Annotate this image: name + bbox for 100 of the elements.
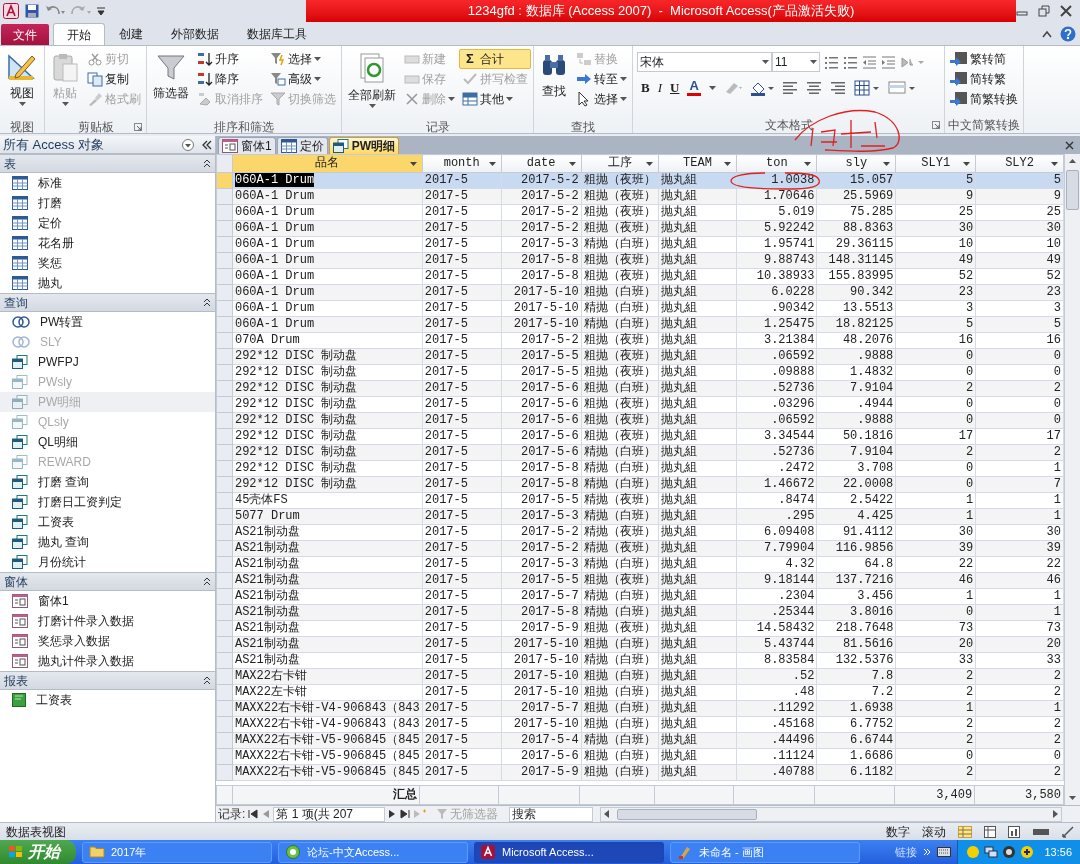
nav-item[interactable]: 奖惩 [0, 253, 215, 273]
nav-item[interactable]: 工资表 [0, 690, 215, 710]
ribbon-button[interactable]: 简繁转换 [947, 89, 1021, 109]
scrollbar-thumb[interactable] [617, 808, 758, 820]
nav-item[interactable]: 打磨计件录入数据 [0, 611, 215, 631]
nav-item[interactable]: 花名册 [0, 233, 215, 253]
collapse-ribbon-icon[interactable] [1042, 29, 1052, 38]
group-header[interactable]: 表 [0, 154, 215, 173]
column-header[interactable]: 品名 [232, 155, 422, 172]
font-size-combobox[interactable]: 11 [772, 52, 820, 72]
nav-item[interactable]: QL明细 [0, 432, 215, 452]
form-icon[interactable] [12, 614, 28, 628]
first-record-icon[interactable] [248, 809, 259, 819]
ribbon-button[interactable]: 选择 [573, 89, 630, 109]
close-icon[interactable] [1065, 141, 1074, 150]
table-icon[interactable] [12, 196, 28, 210]
ribbon-button[interactable]: 选择 [267, 49, 339, 69]
align-center-icon[interactable] [805, 79, 822, 96]
search-field[interactable]: 搜索 [509, 806, 594, 822]
nav-item[interactable]: 窗体1 [0, 591, 215, 611]
table-icon[interactable] [12, 256, 28, 270]
tray-icon[interactable] [1020, 845, 1035, 859]
ribbon-button[interactable]: 降序 [194, 69, 266, 89]
ribbon-button[interactable]: 繁转简 [947, 49, 1021, 69]
record-position-field[interactable]: 第 1 项(共 207 [273, 806, 386, 822]
ribbon-button[interactable]: 转至 [573, 69, 630, 89]
links-toolbar-label[interactable]: 链接 [895, 843, 918, 861]
query-icon[interactable] [332, 139, 349, 153]
format-button[interactable]: B [641, 78, 650, 98]
ribbon-tab[interactable]: 文件 [1, 24, 49, 45]
table-icon[interactable] [12, 276, 28, 290]
nav-item[interactable]: 抛丸 查询 [0, 532, 215, 552]
document-tab[interactable]: 定价 [276, 137, 328, 154]
save-icon[interactable] [25, 4, 39, 18]
ribbon-tab[interactable]: 数据库工具 [233, 23, 321, 45]
dropdown-circle-icon[interactable] [182, 138, 194, 151]
align-left-icon[interactable] [781, 79, 798, 96]
last-record-icon[interactable] [400, 809, 411, 819]
document-tab[interactable]: PW明细 [328, 137, 400, 154]
column-header[interactable]: SLY1 [896, 155, 976, 172]
nav-item[interactable]: 标准 [0, 173, 215, 193]
dialog-launcher-icon[interactable] [134, 123, 142, 131]
column-header[interactable]: sly [817, 155, 896, 172]
taskbar-button[interactable]: 论坛-中文Access... [278, 841, 468, 863]
ribbon-button[interactable]: 复制 [84, 69, 144, 89]
query-icon[interactable] [12, 555, 28, 569]
nav-item[interactable]: 抛丸 [0, 273, 215, 293]
ribbon-button[interactable]: Σ 合计 [459, 49, 531, 69]
ribbon-tab[interactable]: 创建 [105, 23, 157, 45]
query-icon[interactable] [12, 475, 28, 489]
nav-item[interactable]: 月份统计 [0, 552, 215, 572]
query-icon[interactable] [12, 495, 28, 509]
nav-item[interactable]: PWFPJ [0, 352, 215, 372]
close-icon[interactable] [1060, 5, 1072, 17]
ribbon-large-button[interactable]: 全部刷新 [344, 49, 400, 119]
datasheet-view-icon[interactable] [958, 825, 972, 838]
restore-icon[interactable] [1038, 5, 1050, 17]
increase-indent-icon[interactable] [881, 54, 896, 70]
ribbon-button[interactable]: 高级 [267, 69, 339, 89]
vertical-scrollbar[interactable] [1064, 154, 1080, 805]
linked-rings-icon[interactable] [12, 316, 30, 328]
design-view-icon[interactable] [1062, 825, 1074, 838]
nav-item[interactable]: PW转置 [0, 312, 215, 332]
nav-item[interactable]: 打磨 查询 [0, 472, 215, 492]
group-header[interactable]: 窗体 [0, 572, 215, 591]
nav-item[interactable]: 奖惩录入数据 [0, 631, 215, 651]
group-header[interactable]: 报表 [0, 671, 215, 690]
format-button[interactable]: I [657, 78, 662, 98]
pivot-table-icon[interactable] [984, 825, 996, 838]
font-name-combobox[interactable]: 宋体 [637, 52, 772, 72]
column-header[interactable]: date [501, 155, 581, 172]
report-icon[interactable] [12, 693, 26, 707]
collapse-pane-icon[interactable] [202, 139, 212, 150]
form-icon[interactable] [12, 654, 28, 668]
help-icon[interactable] [1060, 25, 1076, 42]
query-icon[interactable] [12, 355, 28, 369]
document-tab[interactable]: 窗体1 [218, 137, 276, 154]
ribbon-tab[interactable]: 开始 [53, 23, 105, 45]
nav-item[interactable]: 工资表 [0, 512, 215, 532]
taskbar-button[interactable]: 未命名 - 画图 [670, 841, 860, 863]
gridlines-icon[interactable] [853, 79, 880, 96]
column-header[interactable]: month [422, 155, 501, 172]
nav-item[interactable]: 定价 [0, 213, 215, 233]
alternate-row-color-icon[interactable] [887, 79, 916, 96]
form-icon[interactable] [222, 139, 238, 153]
ribbon-button[interactable]: 简转繁 [947, 69, 1021, 89]
bullet-list-icon[interactable] [824, 54, 839, 70]
taskbar-button[interactable]: Microsoft Access... [474, 841, 664, 863]
format-button[interactable]: A [687, 79, 701, 97]
query-icon[interactable] [12, 435, 28, 449]
pivot-chart-icon[interactable] [1008, 825, 1020, 838]
group-header[interactable]: 查询 [0, 293, 215, 312]
query-icon[interactable] [12, 515, 28, 529]
highlighter-icon[interactable] [723, 80, 742, 96]
form-icon[interactable] [12, 634, 28, 648]
decrease-indent-icon[interactable] [862, 54, 877, 70]
app-icon[interactable] [3, 3, 19, 19]
start-button[interactable]: 开始 [0, 840, 76, 864]
table-icon[interactable] [280, 139, 297, 153]
numbered-list-icon[interactable] [843, 54, 858, 70]
